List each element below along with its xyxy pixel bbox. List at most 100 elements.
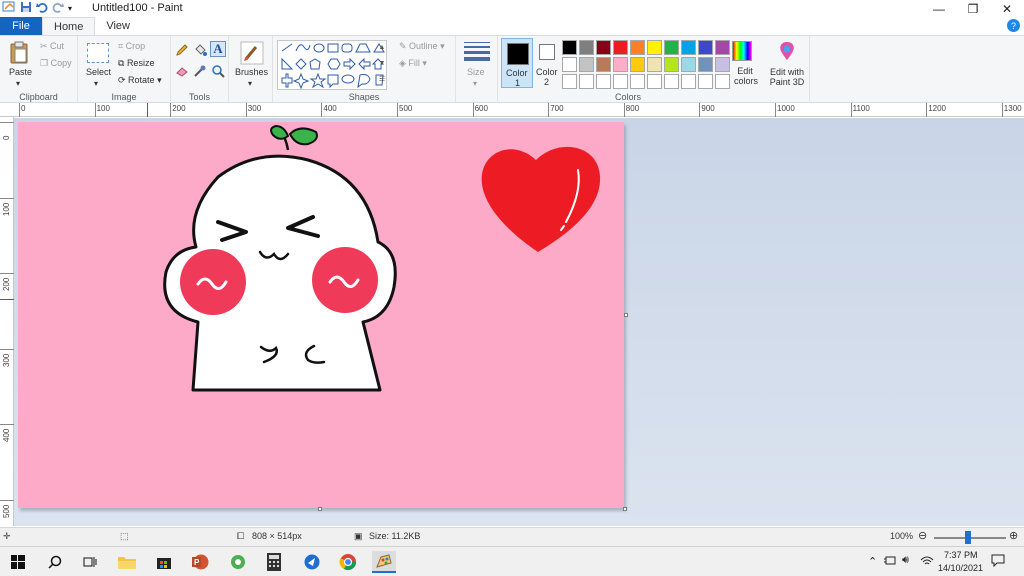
pencil-icon[interactable] bbox=[175, 43, 189, 60]
help-icon[interactable]: ? bbox=[1007, 19, 1020, 32]
palette-swatch[interactable] bbox=[579, 57, 594, 72]
search-icon[interactable] bbox=[43, 551, 67, 573]
customize-dropdown-icon[interactable]: ▾ bbox=[68, 2, 72, 16]
notification-icon[interactable] bbox=[991, 554, 1005, 569]
brushes-button[interactable]: Brushes bbox=[235, 67, 268, 77]
clock-time[interactable]: 7:37 PM bbox=[944, 550, 978, 560]
start-icon[interactable] bbox=[6, 551, 30, 573]
cut-button[interactable]: ✂ Cut bbox=[40, 41, 64, 52]
drawing-canvas[interactable] bbox=[18, 122, 624, 508]
chrome-icon[interactable] bbox=[336, 551, 360, 573]
palette-swatch[interactable] bbox=[664, 57, 679, 72]
palette-swatch[interactable] bbox=[630, 57, 645, 72]
select-dropdown-icon[interactable]: ▾ bbox=[94, 79, 98, 88]
edit-colors-button[interactable]: Edit colors bbox=[734, 66, 758, 86]
palette-swatch[interactable] bbox=[613, 57, 628, 72]
size-button[interactable]: Size bbox=[467, 67, 485, 77]
palette-swatch[interactable] bbox=[579, 74, 594, 89]
paste-icon[interactable] bbox=[9, 41, 31, 65]
size-dropdown-icon[interactable]: ▾ bbox=[473, 79, 477, 88]
palette-swatch[interactable] bbox=[647, 74, 662, 89]
paint-app-icon[interactable] bbox=[2, 0, 16, 18]
text-icon[interactable]: A bbox=[210, 41, 226, 57]
select-icon[interactable] bbox=[87, 43, 109, 63]
outline-button[interactable]: ✎ Outline ▾ bbox=[399, 41, 445, 52]
edit-colors-icon[interactable] bbox=[732, 41, 752, 61]
canvas-resize-handle-corner[interactable] bbox=[623, 507, 627, 511]
brushes-dropdown-icon[interactable]: ▾ bbox=[248, 79, 252, 88]
tab-file[interactable]: File bbox=[0, 17, 42, 35]
tab-home[interactable]: Home bbox=[42, 17, 96, 35]
paint-icon[interactable] bbox=[372, 551, 396, 573]
palette-swatch[interactable] bbox=[613, 74, 628, 89]
color-picker-icon[interactable] bbox=[193, 64, 207, 81]
palette-swatch[interactable] bbox=[664, 40, 679, 55]
tab-view[interactable]: View bbox=[95, 17, 141, 35]
zoom-in-button[interactable]: ⊕ bbox=[1009, 529, 1018, 542]
calculator-icon[interactable] bbox=[262, 551, 286, 573]
paste-button[interactable]: Paste bbox=[9, 67, 32, 77]
select-button[interactable]: Select bbox=[86, 67, 111, 77]
shapes-scroll[interactable]: ▲ ▼ ☰ bbox=[377, 40, 387, 90]
palette-swatch[interactable] bbox=[698, 74, 713, 89]
palette-swatch[interactable] bbox=[664, 74, 679, 89]
size-lines-icon[interactable] bbox=[464, 42, 490, 61]
palette-swatch[interactable] bbox=[596, 74, 611, 89]
clock-date[interactable]: 14/10/2021 bbox=[938, 563, 983, 573]
fill-bucket-icon[interactable] bbox=[193, 43, 207, 60]
close-button[interactable]: ✕ bbox=[990, 0, 1024, 18]
copy-button[interactable]: ❐ Copy bbox=[40, 58, 72, 69]
file-explorer-icon[interactable] bbox=[115, 551, 139, 573]
wifi-icon[interactable] bbox=[920, 555, 934, 569]
brush-icon[interactable] bbox=[239, 41, 265, 65]
palette-swatch[interactable] bbox=[596, 40, 611, 55]
zoom-out-button[interactable]: ⊖ bbox=[918, 529, 927, 542]
palette-swatch[interactable] bbox=[715, 57, 730, 72]
rotate-button[interactable]: ⟳ Rotate ▾ bbox=[118, 75, 162, 86]
browser-green-icon[interactable] bbox=[226, 551, 250, 573]
paint3d-icon[interactable] bbox=[778, 41, 796, 64]
store-icon[interactable] bbox=[152, 551, 176, 573]
palette-swatch[interactable] bbox=[698, 40, 713, 55]
palette-swatch[interactable] bbox=[562, 40, 577, 55]
shapes-gallery[interactable] bbox=[277, 40, 387, 90]
palette-swatch[interactable] bbox=[562, 57, 577, 72]
volume-icon[interactable]: 🔊︎ bbox=[902, 554, 909, 567]
show-hidden-icons[interactable]: ⌃ bbox=[868, 555, 877, 568]
fill-button[interactable]: ◈ Fill ▾ bbox=[399, 58, 427, 69]
save-icon[interactable] bbox=[20, 1, 32, 17]
palette-swatch[interactable] bbox=[613, 40, 628, 55]
palette-swatch[interactable] bbox=[681, 74, 696, 89]
edit-with-paint3d-button[interactable]: Edit with Paint 3D bbox=[768, 67, 806, 87]
minimize-button[interactable]: — bbox=[922, 0, 956, 18]
palette-swatch[interactable] bbox=[596, 57, 611, 72]
zoom-slider-thumb[interactable] bbox=[965, 531, 971, 544]
palette-swatch[interactable] bbox=[681, 57, 696, 72]
task-view-icon[interactable] bbox=[78, 551, 102, 573]
magnifier-icon[interactable] bbox=[211, 64, 225, 81]
palette-swatch[interactable] bbox=[630, 74, 645, 89]
resize-button[interactable]: ⧉ Resize bbox=[118, 58, 154, 69]
canvas-resize-handle-bottom[interactable] bbox=[318, 507, 322, 511]
palette-swatch[interactable] bbox=[630, 40, 645, 55]
palette-swatch[interactable] bbox=[647, 57, 662, 72]
paste-dropdown-icon[interactable]: ▾ bbox=[16, 79, 20, 88]
eraser-icon[interactable] bbox=[175, 64, 189, 81]
palette-swatch[interactable] bbox=[715, 40, 730, 55]
palette-swatch[interactable] bbox=[647, 40, 662, 55]
palette-swatch[interactable] bbox=[681, 40, 696, 55]
color1-button[interactable]: Color 1 bbox=[501, 38, 533, 88]
palette-swatch[interactable] bbox=[698, 57, 713, 72]
maximize-button[interactable]: ❐ bbox=[956, 0, 990, 18]
powerpoint-icon[interactable]: P bbox=[188, 551, 212, 573]
network-adapter-icon[interactable] bbox=[884, 555, 898, 569]
palette-swatch[interactable] bbox=[562, 74, 577, 89]
palette-swatch[interactable] bbox=[715, 74, 730, 89]
app-blue-icon[interactable] bbox=[300, 551, 324, 573]
crop-button[interactable]: ⌗ Crop bbox=[118, 41, 145, 52]
undo-icon[interactable] bbox=[36, 1, 48, 17]
redo-icon[interactable] bbox=[52, 1, 64, 17]
canvas-resize-handle-right[interactable] bbox=[624, 313, 628, 317]
palette-swatch[interactable] bbox=[579, 40, 594, 55]
color2-button[interactable]: Color 2 bbox=[535, 38, 559, 88]
